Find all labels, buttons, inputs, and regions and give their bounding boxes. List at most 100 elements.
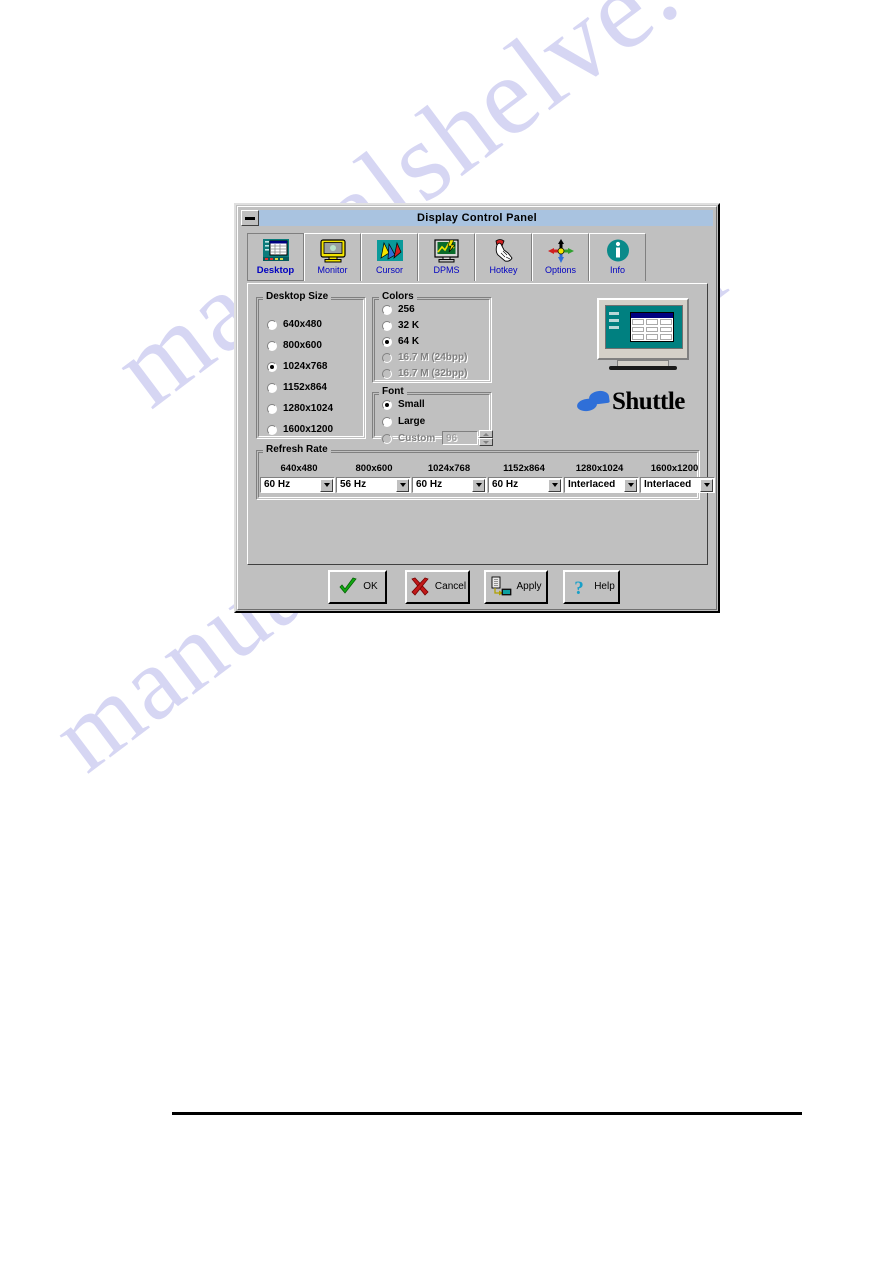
radio-1152x864[interactable] — [267, 382, 277, 393]
refresh-combo-1024x768[interactable]: 60 Hz — [412, 477, 487, 493]
radio-256-colors[interactable] — [382, 304, 392, 315]
radio-row-font-custom: Custom — [382, 433, 435, 444]
preview-monitor-screen — [605, 305, 683, 349]
ok-button[interactable]: OK — [328, 570, 387, 604]
cancel-button[interactable]: Cancel — [405, 570, 470, 604]
tab-options[interactable]: Options — [532, 233, 589, 281]
radio-row-640x480[interactable]: 640x480 — [267, 319, 322, 330]
radio-row-1024x768[interactable]: 1024x768 — [267, 361, 328, 372]
radio-row-16m-24bpp: 16.7 M (24bpp) — [382, 352, 467, 363]
radio-row-1280x1024[interactable]: 1280x1024 — [267, 403, 333, 414]
svg-text:?: ? — [574, 578, 584, 598]
radio-1280x1024[interactable] — [267, 403, 277, 414]
rr-header-640x480: 640x480 — [280, 463, 318, 474]
radio-row-32k[interactable]: 32 K — [382, 320, 419, 331]
tab-label-monitor: Monitor — [317, 265, 348, 275]
refresh-value-800x600: 56 Hz — [340, 480, 367, 490]
shuttle-logo-icon — [576, 389, 611, 413]
label-font-large: Large — [398, 416, 426, 427]
ok-button-label: OK — [363, 581, 378, 592]
tab-info[interactable]: Info — [589, 233, 646, 281]
four-way-arrows-icon — [546, 238, 576, 264]
tab-label-hotkey: Hotkey — [489, 265, 518, 275]
colors-group: Colors 256 32 K 64 K 16.7 M (24bpp) 16.7… — [372, 291, 492, 383]
preview-window-grid — [631, 318, 673, 341]
refresh-combo-1280x1024[interactable]: Interlaced — [564, 477, 639, 493]
label-16m-32bpp: 16.7 M (32bpp) — [398, 368, 468, 379]
chevron-down-icon[interactable] — [472, 478, 485, 492]
desktop-preview-monitor-icon — [593, 298, 693, 378]
radio-row-1600x1200[interactable]: 1600x1200 — [267, 424, 333, 435]
preview-desktop-icons — [609, 312, 623, 333]
tab-hotkey[interactable]: Hotkey — [475, 233, 532, 281]
radio-1600x1200[interactable] — [267, 424, 277, 435]
label-640x480: 640x480 — [283, 319, 322, 330]
tab-label-desktop: Desktop — [256, 265, 295, 276]
label-1280x1024: 1280x1024 — [283, 403, 334, 414]
hand-pointer-icon — [489, 238, 519, 264]
tab-monitor[interactable]: Monitor — [304, 233, 361, 281]
radio-font-small[interactable] — [382, 399, 392, 410]
help-button[interactable]: ? Help — [563, 570, 620, 604]
desktop-settings-panel: Desktop Size 640x480 800x600 1024x768 11… — [247, 283, 715, 565]
refresh-combo-800x600[interactable]: 56 Hz — [336, 477, 411, 493]
radio-row-font-large[interactable]: Large — [382, 416, 425, 427]
desktop-monitor-icon — [261, 238, 291, 264]
chevron-down-icon[interactable] — [548, 478, 561, 492]
font-custom-size-field[interactable]: 96 — [442, 431, 478, 445]
radio-row-800x600[interactable]: 800x600 — [267, 340, 322, 351]
radio-800x600[interactable] — [267, 340, 277, 351]
tab-strip: Desktop Monitor Cursor DPMS Hotkey Optio… — [247, 233, 707, 283]
radio-row-1152x864[interactable]: 1152x864 — [267, 382, 327, 393]
refresh-value-1600x1200: Interlaced — [644, 480, 692, 490]
tab-desktop[interactable]: Desktop — [247, 233, 304, 281]
tab-dpms[interactable]: DPMS — [418, 233, 475, 281]
radio-row-64k[interactable]: 64 K — [382, 336, 419, 347]
refresh-rate-group: Refresh Rate 640x480 800x600 1024x768 11… — [256, 444, 715, 500]
radio-1024x768[interactable] — [267, 361, 277, 372]
apply-button[interactable]: Apply — [484, 570, 548, 604]
refresh-value-1280x1024: Interlaced — [568, 480, 616, 490]
dialog-button-row: OK Cancel Apply ? Help — [238, 570, 724, 610]
radio-row-16m-32bpp: 16.7 M (32bpp) — [382, 368, 467, 379]
radio-font-custom — [382, 433, 392, 444]
tab-label-options: Options — [544, 265, 577, 275]
refresh-combo-1600x1200[interactable]: Interlaced — [640, 477, 715, 493]
radio-row-256[interactable]: 256 — [382, 304, 415, 315]
radio-row-font-small[interactable]: Small — [382, 399, 425, 410]
label-256-colors: 256 — [398, 304, 415, 315]
desktop-size-caption: Desktop Size — [263, 291, 332, 303]
label-1600x1200: 1600x1200 — [283, 424, 334, 435]
rr-header-1600x1200: 1600x1200 — [650, 463, 699, 474]
page-footer-rule — [172, 1112, 802, 1115]
radio-64k-colors[interactable] — [382, 336, 392, 347]
refresh-value-1024x768: 60 Hz — [416, 480, 443, 490]
preview-window — [630, 312, 674, 342]
radio-640x480[interactable] — [267, 319, 277, 330]
label-font-small: Small — [398, 399, 425, 410]
label-16m-24bpp: 16.7 M (24bpp) — [398, 352, 468, 363]
chevron-down-icon[interactable] — [396, 478, 409, 492]
refresh-combo-640x480[interactable]: 60 Hz — [260, 477, 335, 493]
refresh-combo-1152x864[interactable]: 60 Hz — [488, 477, 563, 493]
info-circle-icon — [603, 238, 633, 264]
stepper-up-icon[interactable] — [479, 430, 493, 438]
desktop-size-group: Desktop Size 640x480 800x600 1024x768 11… — [256, 291, 366, 439]
radio-16m-32bpp — [382, 368, 392, 379]
radio-font-large[interactable] — [382, 416, 392, 427]
window-title: Display Control Panel — [417, 212, 537, 224]
radio-32k-colors[interactable] — [382, 320, 392, 331]
apply-document-monitor-icon — [490, 576, 512, 598]
label-1152x864: 1152x864 — [283, 382, 327, 393]
label-64k-colors: 64 K — [398, 336, 420, 347]
chevron-down-icon[interactable] — [624, 478, 637, 492]
chevron-down-icon[interactable] — [320, 478, 333, 492]
apply-button-label: Apply — [516, 581, 542, 592]
chevron-down-icon[interactable] — [700, 478, 713, 492]
minimize-box-icon[interactable] — [241, 210, 259, 226]
label-font-custom: Custom — [398, 433, 436, 444]
font-caption: Font — [379, 386, 407, 398]
cancel-button-label: Cancel — [434, 581, 467, 592]
display-control-panel-window: Display Control Panel Desktop Monitor Cu… — [234, 203, 720, 613]
tab-cursor[interactable]: Cursor — [361, 233, 418, 281]
